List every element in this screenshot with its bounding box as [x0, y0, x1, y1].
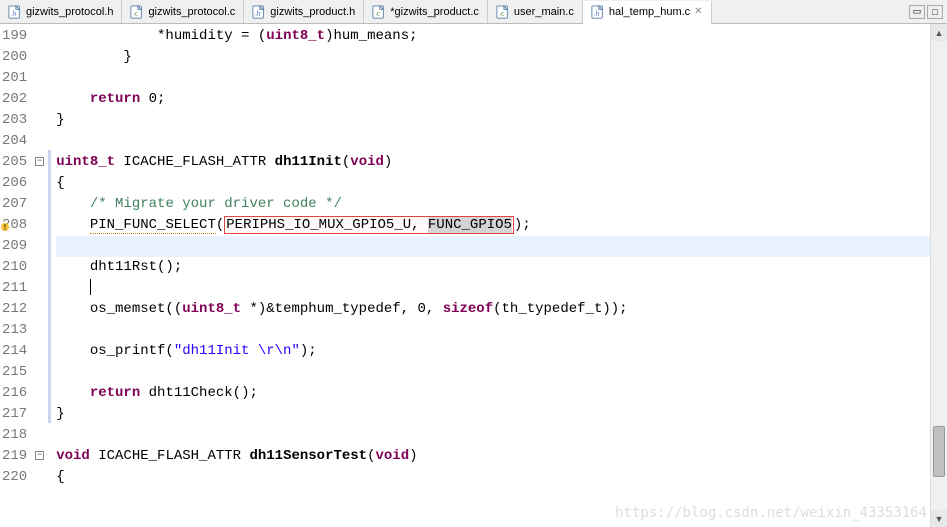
line-number: 220 — [2, 467, 27, 488]
line-number: 208 — [2, 215, 27, 236]
tab-label: gizwits_protocol.h — [26, 6, 113, 18]
code-line[interactable]: dht11Rst(); — [56, 257, 947, 278]
line-number: 217 — [2, 404, 27, 425]
code-line[interactable]: *humidity = (uint8_t)hum_means; — [56, 26, 947, 47]
change-marker — [48, 192, 51, 213]
code-area[interactable]: *humidity = (uint8_t)hum_means; } return… — [52, 24, 947, 527]
highlighted-region: PERIPHS_IO_MUX_GPIO5_U, FUNC_GPIO5 — [224, 216, 514, 234]
close-icon[interactable]: ✕ — [694, 6, 702, 17]
code-line[interactable]: PIN_FUNC_SELECT(PERIPHS_IO_MUX_GPIO5_U, … — [56, 215, 947, 236]
svg-text:.h: .h — [255, 9, 261, 17]
code-line[interactable]: os_memset((uint8_t *)&temphum_typedef, 0… — [56, 299, 947, 320]
fold-column: −− — [34, 24, 48, 527]
code-line[interactable] — [56, 236, 947, 257]
line-number: 200 — [2, 47, 27, 68]
tab-label: gizwits_protocol.c — [148, 6, 235, 18]
line-number: 216 — [2, 383, 27, 404]
code-line[interactable]: } — [56, 110, 947, 131]
line-number: 205 — [2, 152, 27, 173]
code-line[interactable] — [56, 362, 947, 383]
watermark-text: https://blog.csdn.net/weixin_43353164 — [615, 505, 927, 521]
code-line[interactable] — [56, 278, 947, 299]
change-marker — [48, 402, 51, 423]
line-number: 212 — [2, 299, 27, 320]
code-line[interactable]: } — [56, 47, 947, 68]
code-line[interactable]: void ICACHE_FLASH_ATTR dh11SensorTest(vo… — [56, 446, 947, 467]
line-number: 218 — [2, 425, 27, 446]
change-marker — [48, 255, 51, 276]
code-line[interactable] — [56, 131, 947, 152]
change-marker — [48, 150, 51, 171]
svg-text:.h: .h — [11, 9, 17, 17]
line-number: 213 — [2, 320, 27, 341]
code-line[interactable]: { — [56, 467, 947, 488]
change-marker — [48, 360, 51, 381]
tab-label: user_main.c — [514, 6, 574, 18]
line-number: 211 — [2, 278, 27, 299]
tab-gizwits_protocol-h[interactable]: .h gizwits_protocol.h — [0, 0, 122, 23]
code-line[interactable] — [56, 425, 947, 446]
code-line[interactable]: return dht11Check(); — [56, 383, 947, 404]
line-number: 206 — [2, 173, 27, 194]
svg-text:.c: .c — [134, 9, 139, 17]
fold-toggle[interactable]: − — [35, 157, 44, 166]
vertical-scrollbar[interactable]: ▲ ▼ — [930, 24, 947, 527]
line-number: 215 — [2, 362, 27, 383]
code-line[interactable]: /* Migrate your driver code */ — [56, 194, 947, 215]
change-marker — [48, 318, 51, 339]
change-marker — [48, 234, 51, 255]
line-number: 207 — [2, 194, 27, 215]
editor-tab-bar: .h gizwits_protocol.h .c gizwits_protocol.c… — [0, 0, 947, 24]
tab-gizwits_protocol-c[interactable]: .c gizwits_protocol.c — [122, 0, 244, 23]
tab-label: *gizwits_product.c — [390, 6, 479, 18]
text-cursor — [90, 279, 91, 295]
minimize-button[interactable]: ▭ — [909, 5, 925, 19]
window-controls: ▭ □ — [909, 5, 947, 19]
selected-text: FUNC_GPIO5 — [428, 217, 512, 233]
tab-user_main-c[interactable]: .c user_main.c — [488, 0, 583, 23]
line-number: 203 — [2, 110, 27, 131]
code-line[interactable]: os_printf("dh11Init \r\n"); — [56, 341, 947, 362]
tab-gizwits_product-c[interactable]: .c *gizwits_product.c — [364, 0, 488, 23]
maximize-button[interactable]: □ — [927, 5, 943, 19]
tab-hal_temp_hum-c[interactable]: .h hal_temp_hum.c ✕ — [583, 1, 712, 24]
line-number: 219 — [2, 446, 27, 467]
tab-label: hal_temp_hum.c — [609, 6, 690, 18]
svg-text:.c: .c — [499, 9, 504, 17]
scroll-down-button[interactable]: ▼ — [931, 510, 947, 527]
line-number: 214 — [2, 341, 27, 362]
change-marker — [48, 297, 51, 318]
code-line[interactable] — [56, 68, 947, 89]
tab-gizwits_product-h[interactable]: .h gizwits_product.h — [244, 0, 364, 23]
change-marker — [48, 276, 51, 297]
change-marker — [48, 171, 51, 192]
line-number: 204 — [2, 131, 27, 152]
change-marker — [48, 213, 51, 234]
change-marker — [48, 339, 51, 360]
scroll-up-button[interactable]: ▲ — [931, 24, 947, 41]
line-number: 209 — [2, 236, 27, 257]
tab-label: gizwits_product.h — [270, 6, 355, 18]
line-number: 202 — [2, 89, 27, 110]
line-number: 199 — [2, 26, 27, 47]
code-line[interactable]: return 0; — [56, 89, 947, 110]
line-number: 201 — [2, 68, 27, 89]
svg-text:.h: .h — [594, 9, 600, 17]
scrollbar-thumb[interactable] — [933, 426, 945, 478]
code-line[interactable]: { — [56, 173, 947, 194]
line-number: 210 — [2, 257, 27, 278]
code-editor[interactable]: 1992002012022032042052062072082092102112… — [0, 24, 947, 527]
line-number-gutter: 1992002012022032042052062072082092102112… — [0, 24, 34, 527]
warning-marker-icon[interactable] — [0, 219, 10, 229]
change-marker — [48, 381, 51, 402]
scrollbar-track[interactable] — [931, 41, 947, 510]
code-line[interactable]: uint8_t ICACHE_FLASH_ATTR dh11Init(void) — [56, 152, 947, 173]
fold-toggle[interactable]: − — [35, 451, 44, 460]
code-line[interactable]: } — [56, 404, 947, 425]
svg-text:.c: .c — [376, 9, 381, 17]
code-line[interactable] — [56, 320, 947, 341]
